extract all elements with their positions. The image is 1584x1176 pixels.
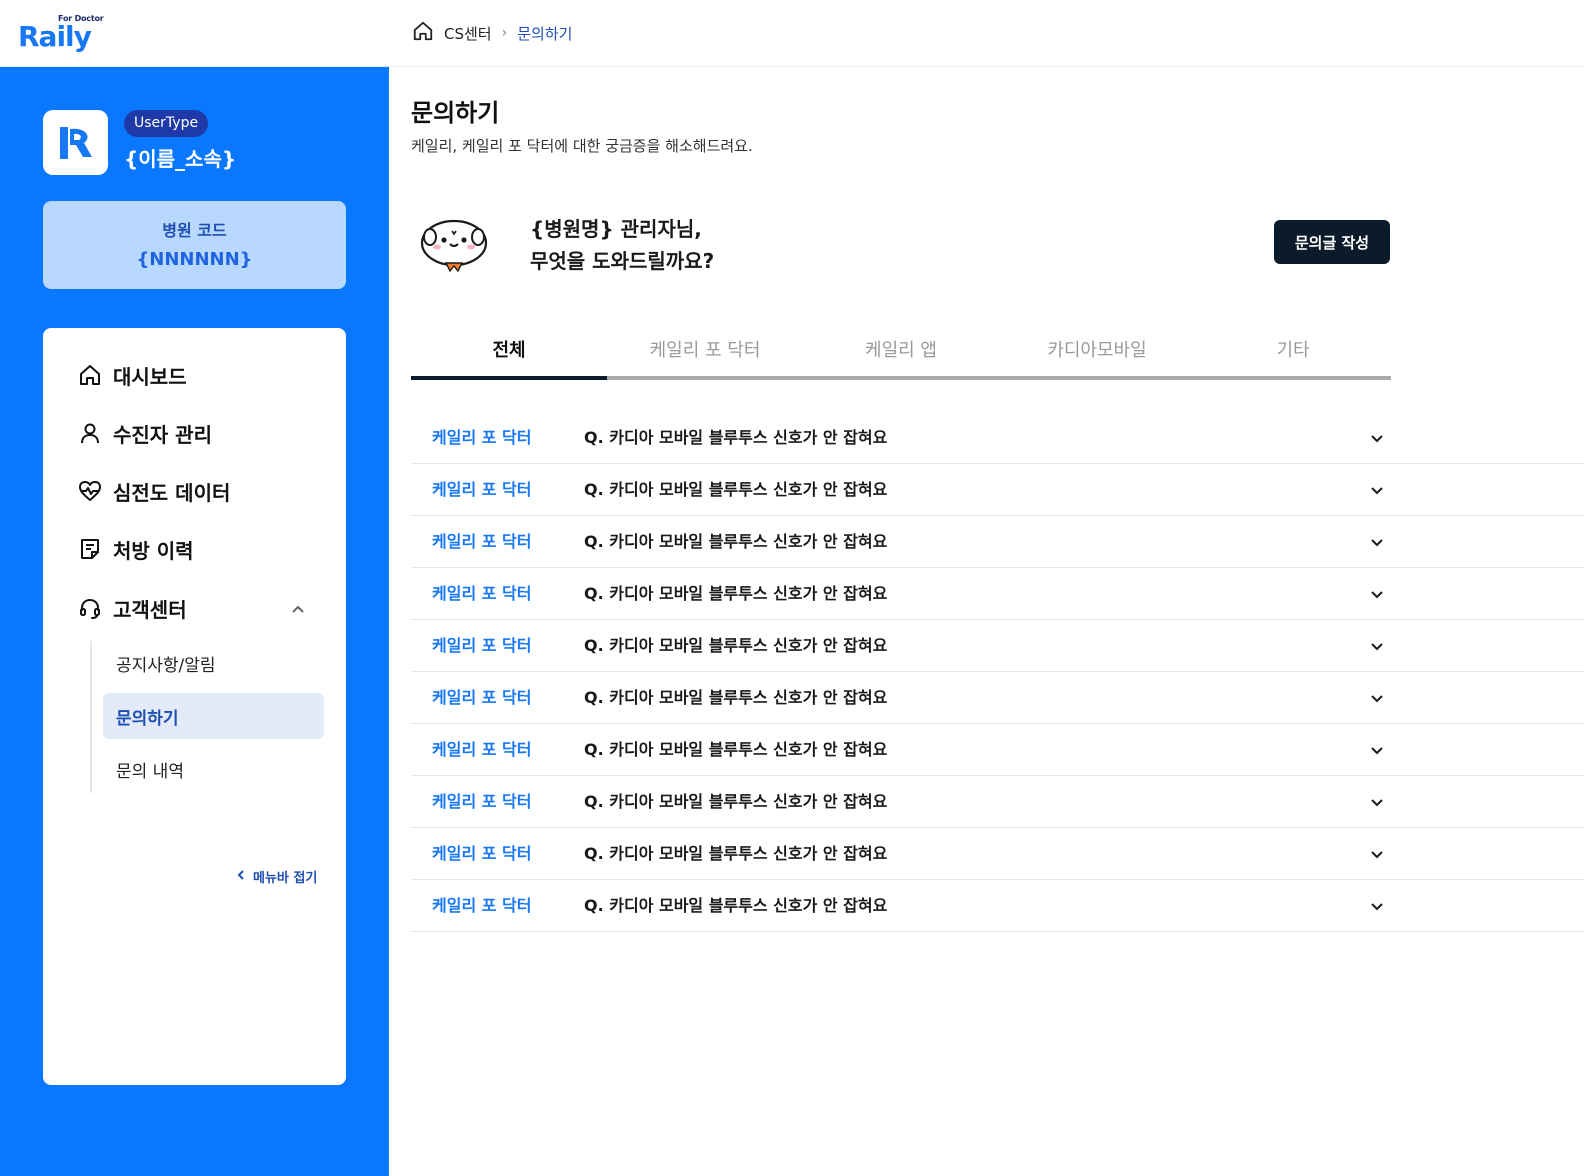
- faq-question: Q. 카디아 모바일 블루투스 신호가 안 잡혀요: [584, 844, 888, 863]
- menu-card: 대시보드 수진자 관리 심전도 데이터 처방 이력 고객센터 공지사항/알림 문…: [43, 328, 346, 1085]
- hospital-code-label: 병원 코드: [162, 221, 227, 240]
- faq-category: 케일리 포 닥터: [432, 844, 532, 863]
- faq-question: Q. 카디아 모바일 블루투스 신호가 안 잡혀요: [584, 532, 888, 551]
- logo-wordmark: Raily: [18, 20, 92, 53]
- sidebar-subitem-notices[interactable]: 공지사항/알림: [103, 640, 324, 686]
- user-type-badge: UserType: [124, 110, 209, 137]
- sidebar-item-label: 고객센터: [113, 597, 187, 622]
- chevron-down-icon[interactable]: [1369, 534, 1385, 550]
- faq-category: 케일리 포 닥터: [432, 896, 532, 915]
- breadcrumb-chevron-icon: ›: [501, 25, 508, 41]
- sidebar-item-dashboard[interactable]: 대시보드: [77, 360, 187, 390]
- collapse-menu-button[interactable]: 메뉴바 접기: [235, 867, 317, 886]
- document-icon: [77, 536, 103, 562]
- sidebar-item-label: 수진자 관리: [113, 422, 212, 447]
- user-icon: [77, 420, 103, 446]
- tab-kaily-app[interactable]: 케일리 앱: [803, 322, 999, 376]
- heart-pulse-icon: [77, 478, 103, 504]
- tab-kardiamobile[interactable]: 카디아모바일: [999, 322, 1195, 376]
- greeting-line-2: 무엇을 도와드릴까요?: [530, 249, 715, 273]
- kaily-logo[interactable]: For Doctor Raily: [18, 12, 108, 56]
- faq-category: 케일리 포 닥터: [432, 428, 532, 447]
- sidebar-item-prescriptions[interactable]: 처방 이력: [77, 534, 194, 564]
- greeting-line-1: {병원명} 관리자님,: [530, 217, 702, 241]
- tab-etc[interactable]: 기타: [1195, 322, 1391, 376]
- chevron-down-icon[interactable]: [1369, 690, 1385, 706]
- user-name: {이름_소속}: [124, 147, 237, 171]
- sidebar-item-label: 심전도 데이터: [113, 480, 231, 505]
- faq-row[interactable]: 케일리 포 닥터 Q. 카디아 모바일 블루투스 신호가 안 잡혀요: [411, 620, 1584, 672]
- faq-question: Q. 카디아 모바일 블루투스 신호가 안 잡혀요: [584, 896, 888, 915]
- sidebar-subitem-inquiry-history[interactable]: 문의 내역: [103, 746, 324, 792]
- chevron-down-icon[interactable]: [1369, 794, 1385, 810]
- faq-question: Q. 카디아 모바일 블루투스 신호가 안 잡혀요: [584, 584, 888, 603]
- faq-row[interactable]: 케일리 포 닥터 Q. 카디아 모바일 블루투스 신호가 안 잡혀요: [411, 464, 1584, 516]
- faq-row[interactable]: 케일리 포 닥터 Q. 카디아 모바일 블루투스 신호가 안 잡혀요: [411, 568, 1584, 620]
- category-tabs: 전체 케일리 포 닥터 케일리 앱 카디아모바일 기타: [411, 322, 1391, 380]
- faq-question: Q. 카디아 모바일 블루투스 신호가 안 잡혀요: [584, 740, 888, 759]
- page-subtitle: 케일리, 케일리 포 닥터에 대한 궁금증을 해소해드려요.: [411, 137, 753, 155]
- chevron-down-icon[interactable]: [1369, 638, 1385, 654]
- profile-logo: [43, 110, 108, 175]
- headset-icon: [77, 595, 103, 621]
- tab-kaily-for-doctor[interactable]: 케일리 포 닥터: [607, 322, 803, 376]
- hospital-code-card: 병원 코드 {NNNNNN}: [43, 201, 346, 289]
- chevron-down-icon[interactable]: [1369, 430, 1385, 446]
- faq-row[interactable]: 케일리 포 닥터 Q. 카디아 모바일 블루투스 신호가 안 잡혀요: [411, 724, 1584, 776]
- faq-row[interactable]: 케일리 포 닥터 Q. 카디아 모바일 블루투스 신호가 안 잡혀요: [411, 516, 1584, 568]
- faq-category: 케일리 포 닥터: [432, 532, 532, 551]
- sidebar-subitem-inquiry[interactable]: 문의하기: [103, 693, 324, 739]
- home-icon[interactable]: [412, 20, 434, 46]
- chevron-up-icon[interactable]: [289, 601, 307, 619]
- sidebar-item-ecg-data[interactable]: 심전도 데이터: [77, 476, 230, 506]
- chevron-down-icon[interactable]: [1369, 742, 1385, 758]
- sidebar: UserType {이름_소속} 병원 코드 {NNNNNN} 대시보드 수진자…: [0, 67, 389, 1176]
- greeting-text: {병원명} 관리자님, 무엇을 도와드릴까요?: [530, 213, 714, 277]
- faq-question: Q. 카디아 모바일 블루투스 신호가 안 잡혀요: [584, 688, 888, 707]
- faq-category: 케일리 포 닥터: [432, 688, 532, 707]
- chevron-down-icon[interactable]: [1369, 898, 1385, 914]
- chevron-left-icon: [235, 869, 247, 885]
- faq-row[interactable]: 케일리 포 닥터 Q. 카디아 모바일 블루투스 신호가 안 잡혀요: [411, 776, 1584, 828]
- faq-row[interactable]: 케일리 포 닥터 Q. 카디아 모바일 블루투스 신호가 안 잡혀요: [411, 672, 1584, 724]
- faq-category: 케일리 포 닥터: [432, 584, 532, 603]
- breadcrumb-current: 문의하기: [517, 24, 573, 43]
- tab-all[interactable]: 전체: [411, 322, 607, 376]
- sidebar-item-patients[interactable]: 수진자 관리: [77, 418, 212, 448]
- active-tab-indicator: [411, 376, 607, 380]
- faq-question: Q. 카디아 모바일 블루투스 신호가 안 잡혀요: [584, 428, 888, 447]
- page-title: 문의하기: [411, 99, 500, 127]
- faq-category: 케일리 포 닥터: [432, 740, 532, 759]
- faq-row[interactable]: 케일리 포 닥터 Q. 카디아 모바일 블루투스 신호가 안 잡혀요: [411, 828, 1584, 880]
- faq-category: 케일리 포 닥터: [432, 792, 532, 811]
- home-icon: [77, 362, 103, 388]
- faq-question: Q. 카디아 모바일 블루투스 신호가 안 잡혀요: [584, 792, 888, 811]
- write-inquiry-button[interactable]: 문의글 작성: [1274, 220, 1390, 264]
- sidebar-item-label: 대시보드: [113, 364, 187, 389]
- mascot-image: [418, 213, 492, 277]
- faq-question: Q. 카디아 모바일 블루투스 신호가 안 잡혀요: [584, 480, 888, 499]
- sidebar-item-label: 처방 이력: [113, 538, 194, 563]
- faq-list: 케일리 포 닥터 Q. 카디아 모바일 블루투스 신호가 안 잡혀요 케일리 포…: [411, 412, 1584, 932]
- breadcrumb-cs-center[interactable]: CS센터: [444, 23, 492, 44]
- kaily-k-icon: [59, 126, 92, 159]
- hospital-code-value: {NNNNNN}: [136, 249, 253, 270]
- collapse-menu-label: 메뉴바 접기: [253, 871, 318, 886]
- faq-row[interactable]: 케일리 포 닥터 Q. 카디아 모바일 블루투스 신호가 안 잡혀요: [411, 412, 1584, 464]
- faq-category: 케일리 포 닥터: [432, 480, 532, 499]
- sidebar-item-customer-center[interactable]: 고객센터: [77, 593, 187, 623]
- faq-row[interactable]: 케일리 포 닥터 Q. 카디아 모바일 블루투스 신호가 안 잡혀요: [411, 880, 1584, 932]
- chevron-down-icon[interactable]: [1369, 482, 1385, 498]
- breadcrumb: CS센터 › 문의하기: [412, 20, 572, 46]
- faq-question: Q. 카디아 모바일 블루투스 신호가 안 잡혀요: [584, 636, 888, 655]
- chevron-down-icon[interactable]: [1369, 846, 1385, 862]
- faq-category: 케일리 포 닥터: [432, 636, 532, 655]
- chevron-down-icon[interactable]: [1369, 586, 1385, 602]
- top-bar: For Doctor Raily CS센터 › 문의하기: [0, 0, 1584, 67]
- submenu-divider: [90, 641, 92, 793]
